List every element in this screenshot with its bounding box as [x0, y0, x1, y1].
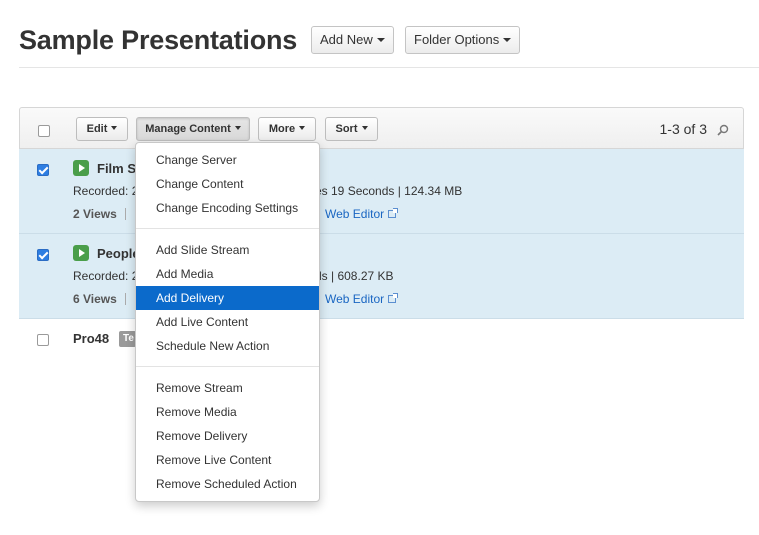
menu-item-remove-live-content[interactable]: Remove Live Content	[136, 448, 319, 472]
menu-divider	[136, 228, 319, 229]
caret-down-icon	[299, 126, 306, 131]
row-checkbox[interactable]	[37, 334, 49, 346]
list-toolbar: Edit Manage Content More Sort 1-3 of 3	[19, 107, 744, 149]
page-title: Sample Presentations	[19, 25, 298, 55]
select-all-checkbox[interactable]	[38, 125, 50, 137]
separator	[125, 208, 126, 220]
manage-content-label: Manage Content	[145, 123, 231, 135]
menu-item-add-delivery[interactable]: Add Delivery	[136, 286, 319, 310]
recorded-info: Recorded: 2	[73, 184, 139, 198]
row-checkbox[interactable]	[37, 249, 49, 261]
web-editor-link[interactable]: Web Editor	[325, 207, 399, 221]
separator	[125, 293, 126, 305]
menu-item-remove-stream[interactable]: Remove Stream	[136, 376, 319, 400]
caret-down-icon	[503, 37, 512, 42]
more-button[interactable]: More	[258, 117, 316, 141]
table-row[interactable]: People Recorded: 2 ds | 608.27 KB 6 View…	[19, 234, 744, 319]
sort-label: Sort	[335, 123, 358, 135]
view-count: 2 Views	[73, 207, 117, 221]
external-link-icon	[388, 208, 399, 218]
search-icon[interactable]	[717, 124, 729, 136]
duration-size-info: es 19 Seconds | 124.34 MB	[315, 184, 463, 198]
result-count: 1-3 of 3	[659, 121, 707, 137]
caret-down-icon	[111, 126, 118, 131]
view-count: 6 Views	[73, 292, 117, 306]
sort-button[interactable]: Sort	[325, 117, 378, 141]
menu-item-add-slide-stream[interactable]: Add Slide Stream	[136, 238, 319, 262]
menu-item-change-content[interactable]: Change Content	[136, 172, 319, 196]
page-header: Sample Presentations Add New Folder Opti…	[19, 24, 759, 68]
menu-divider	[136, 366, 319, 367]
table-row[interactable]: Film Sa Recorded: 2 es 19 Seconds | 124.…	[19, 149, 744, 234]
presentation-tag: Te	[119, 331, 136, 347]
caret-down-icon	[376, 37, 385, 42]
presentation-list-panel: Edit Manage Content More Sort 1-3 of 3 F…	[19, 107, 744, 362]
external-link-icon	[388, 293, 399, 303]
menu-item-add-media[interactable]: Add Media	[136, 262, 319, 286]
caret-down-icon	[234, 126, 241, 131]
recorded-info: Recorded: 2	[73, 269, 139, 283]
menu-item-change-encoding-settings[interactable]: Change Encoding Settings	[136, 196, 319, 220]
add-new-button[interactable]: Add New	[311, 26, 394, 54]
duration-size-info: ds | 608.27 KB	[315, 269, 394, 283]
web-editor-link[interactable]: Web Editor	[325, 292, 399, 306]
web-editor-label: Web Editor	[325, 207, 385, 221]
row-checkbox[interactable]	[37, 164, 49, 176]
menu-item-remove-scheduled-action[interactable]: Remove Scheduled Action	[136, 472, 319, 496]
menu-item-remove-media[interactable]: Remove Media	[136, 400, 319, 424]
folder-options-label: Folder Options	[414, 32, 500, 47]
edit-label: Edit	[86, 123, 108, 135]
web-editor-label: Web Editor	[325, 292, 385, 306]
presentation-title[interactable]: Pro48	[73, 331, 109, 346]
play-icon	[73, 245, 89, 261]
manage-content-button[interactable]: Manage Content	[136, 117, 250, 141]
folder-options-button[interactable]: Folder Options	[405, 26, 521, 54]
add-new-label: Add New	[320, 32, 373, 47]
edit-button[interactable]: Edit	[76, 117, 128, 141]
menu-item-change-server[interactable]: Change Server	[136, 148, 319, 172]
table-row[interactable]: Pro48 Te	[19, 319, 744, 361]
presentation-title[interactable]: People	[97, 246, 140, 261]
play-icon	[73, 160, 89, 176]
menu-item-add-live-content[interactable]: Add Live Content	[136, 310, 319, 334]
caret-down-icon	[361, 126, 368, 131]
more-label: More	[268, 123, 296, 135]
menu-item-schedule-new-action[interactable]: Schedule New Action	[136, 334, 319, 358]
menu-item-remove-delivery[interactable]: Remove Delivery	[136, 424, 319, 448]
manage-content-menu: Change Server Change Content Change Enco…	[135, 142, 320, 502]
